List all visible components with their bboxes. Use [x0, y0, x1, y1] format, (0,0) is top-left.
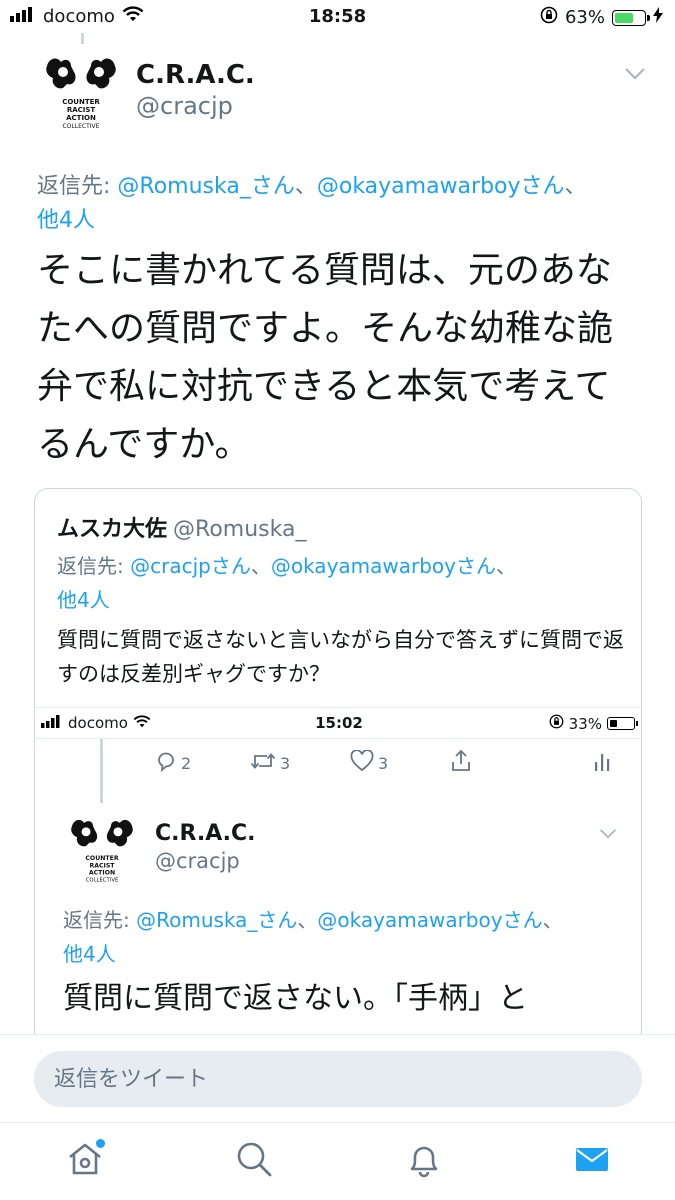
tab-notifications[interactable] — [402, 1139, 446, 1183]
share-action — [450, 749, 472, 777]
battery-fill — [615, 12, 633, 23]
tab-search[interactable] — [232, 1139, 276, 1183]
embedded-screenshot: docomo 15:02 33% 2 3 3 COUNTER RACIST AC… — [35, 707, 641, 1087]
reply-prefix: 返信先: — [57, 554, 131, 578]
avatar-text-1: COUNTER — [85, 855, 118, 862]
quote-author-name: ムスカ大佐 — [57, 517, 168, 542]
embed-tweet-text: 質問に質問で返さない。「手柄」と — [63, 981, 528, 1016]
reply-icon — [155, 750, 177, 776]
messages-icon — [572, 1139, 612, 1183]
analytics-icon — [593, 750, 611, 776]
reply-sep: 、 — [250, 554, 271, 578]
tab-home[interactable] — [63, 1139, 107, 1183]
like-action: 3 — [350, 749, 389, 776]
avatar-text-2: RACIST — [89, 862, 115, 869]
reply-to: 返信先: @Romuska_さん、@okayamawarboyさん、 他4人 — [37, 170, 637, 238]
retweet-count: 3 — [280, 753, 291, 773]
author-name: C.R.A.C. — [155, 821, 256, 846]
battery-cap — [636, 721, 638, 726]
tab-messages[interactable] — [570, 1139, 614, 1183]
mention-link: @Romuska_さん — [136, 908, 298, 932]
avatar-text-1: COUNTER — [62, 98, 100, 106]
quote-author-handle: @Romuska_ — [173, 517, 307, 542]
avatar[interactable]: COUNTER RACIST ACTION COLLECTIVE — [37, 44, 125, 132]
embed-reply-to: 返信先: @Romuska_さん、@okayamawarboyさん、 他4人 — [63, 903, 623, 971]
charging-icon — [653, 7, 663, 28]
avatar-text-3: ACTION — [66, 114, 96, 122]
avatar-text-2: RACIST — [67, 106, 96, 114]
quote-reply-to: 返信先: @cracjpさん、@okayamawarboyさん、 他4人 — [57, 549, 627, 617]
rotation-lock-icon — [540, 6, 558, 29]
reply-others-link[interactable]: 他4人 — [37, 208, 95, 233]
quoted-tweet[interactable]: ムスカ大佐 @Romuska_ 返信先: @cracjpさん、@okayamawa… — [34, 488, 642, 1088]
avatar-text-4: COLLECTIVE — [63, 123, 100, 130]
mention-link[interactable]: @Romuska_さん — [117, 174, 294, 199]
mention-link[interactable]: @okayamawarboyさん — [317, 174, 565, 199]
heart-icon — [350, 749, 374, 776]
quote-text: 質問に質問で返さないと言いながら自分で答えずに質問で返すのは反差別ギャグですか？ — [57, 628, 624, 686]
thread-line — [100, 739, 103, 803]
search-icon — [234, 1139, 274, 1183]
reply-sep: 、 — [297, 908, 318, 932]
avatar-text-3: ACTION — [89, 869, 115, 876]
author-handle[interactable]: @cracjp — [136, 92, 233, 120]
battery-icon — [612, 9, 650, 26]
mention-link: @okayamawarboyさん — [270, 554, 496, 578]
avatar: COUNTER RACIST ACTION COLLECTIVE — [63, 807, 141, 885]
chevron-down-icon[interactable] — [624, 66, 646, 85]
author-handle: @cracjp — [155, 849, 240, 873]
reply-prefix: 返信先: — [63, 908, 137, 932]
reply-sep: 、 — [542, 908, 563, 932]
reply-sep: 、 — [564, 174, 587, 199]
reply-sep: 、 — [496, 554, 516, 578]
battery-percent: 63% — [564, 7, 605, 28]
embed-status-bar: docomo 15:02 33% — [35, 707, 641, 739]
reply-input[interactable] — [34, 1051, 642, 1107]
reply-others: 他4人 — [57, 588, 110, 612]
reply-others: 他4人 — [63, 942, 116, 966]
retweet-action: 3 — [250, 751, 290, 775]
mention-link: @cracjpさん — [130, 554, 251, 578]
status-right: 63% — [540, 6, 663, 29]
reply-sep: 、 — [294, 174, 317, 199]
battery-percent: 33% — [568, 714, 602, 733]
quote-author: ムスカ大佐 @Romuska_ — [57, 511, 306, 543]
chevron-down-icon — [599, 825, 617, 844]
rotation-lock-icon — [549, 714, 564, 733]
reply-action: 2 — [155, 750, 191, 776]
reply-count: 2 — [181, 753, 192, 773]
notifications-icon — [404, 1139, 444, 1183]
battery-icon — [607, 717, 638, 730]
battery-fill — [610, 720, 617, 727]
tweet-actions: 2 3 3 — [155, 743, 625, 783]
stats-action — [593, 750, 611, 776]
avatar-text-4: COLLECTIVE — [86, 877, 119, 883]
like-count: 3 — [378, 753, 389, 773]
retweet-icon — [250, 751, 276, 775]
author-name[interactable]: C.R.A.C. — [136, 60, 255, 90]
share-icon — [450, 749, 472, 777]
status-bar: docomo 18:58 63% — [0, 0, 675, 36]
embed-status-right: 33% — [549, 714, 638, 733]
tweet-text: そこに書かれてる質問は、元のあなたへの質問ですよ。そんな幼稚な詭弁で私に対抗でき… — [37, 250, 614, 465]
reply-bar — [0, 1034, 675, 1122]
new-content-dot — [96, 1139, 105, 1148]
mention-link: @okayamawarboyさん — [317, 908, 543, 932]
tab-bar — [0, 1122, 675, 1200]
reply-prefix: 返信先: — [37, 174, 118, 199]
battery-cap — [647, 14, 650, 21]
